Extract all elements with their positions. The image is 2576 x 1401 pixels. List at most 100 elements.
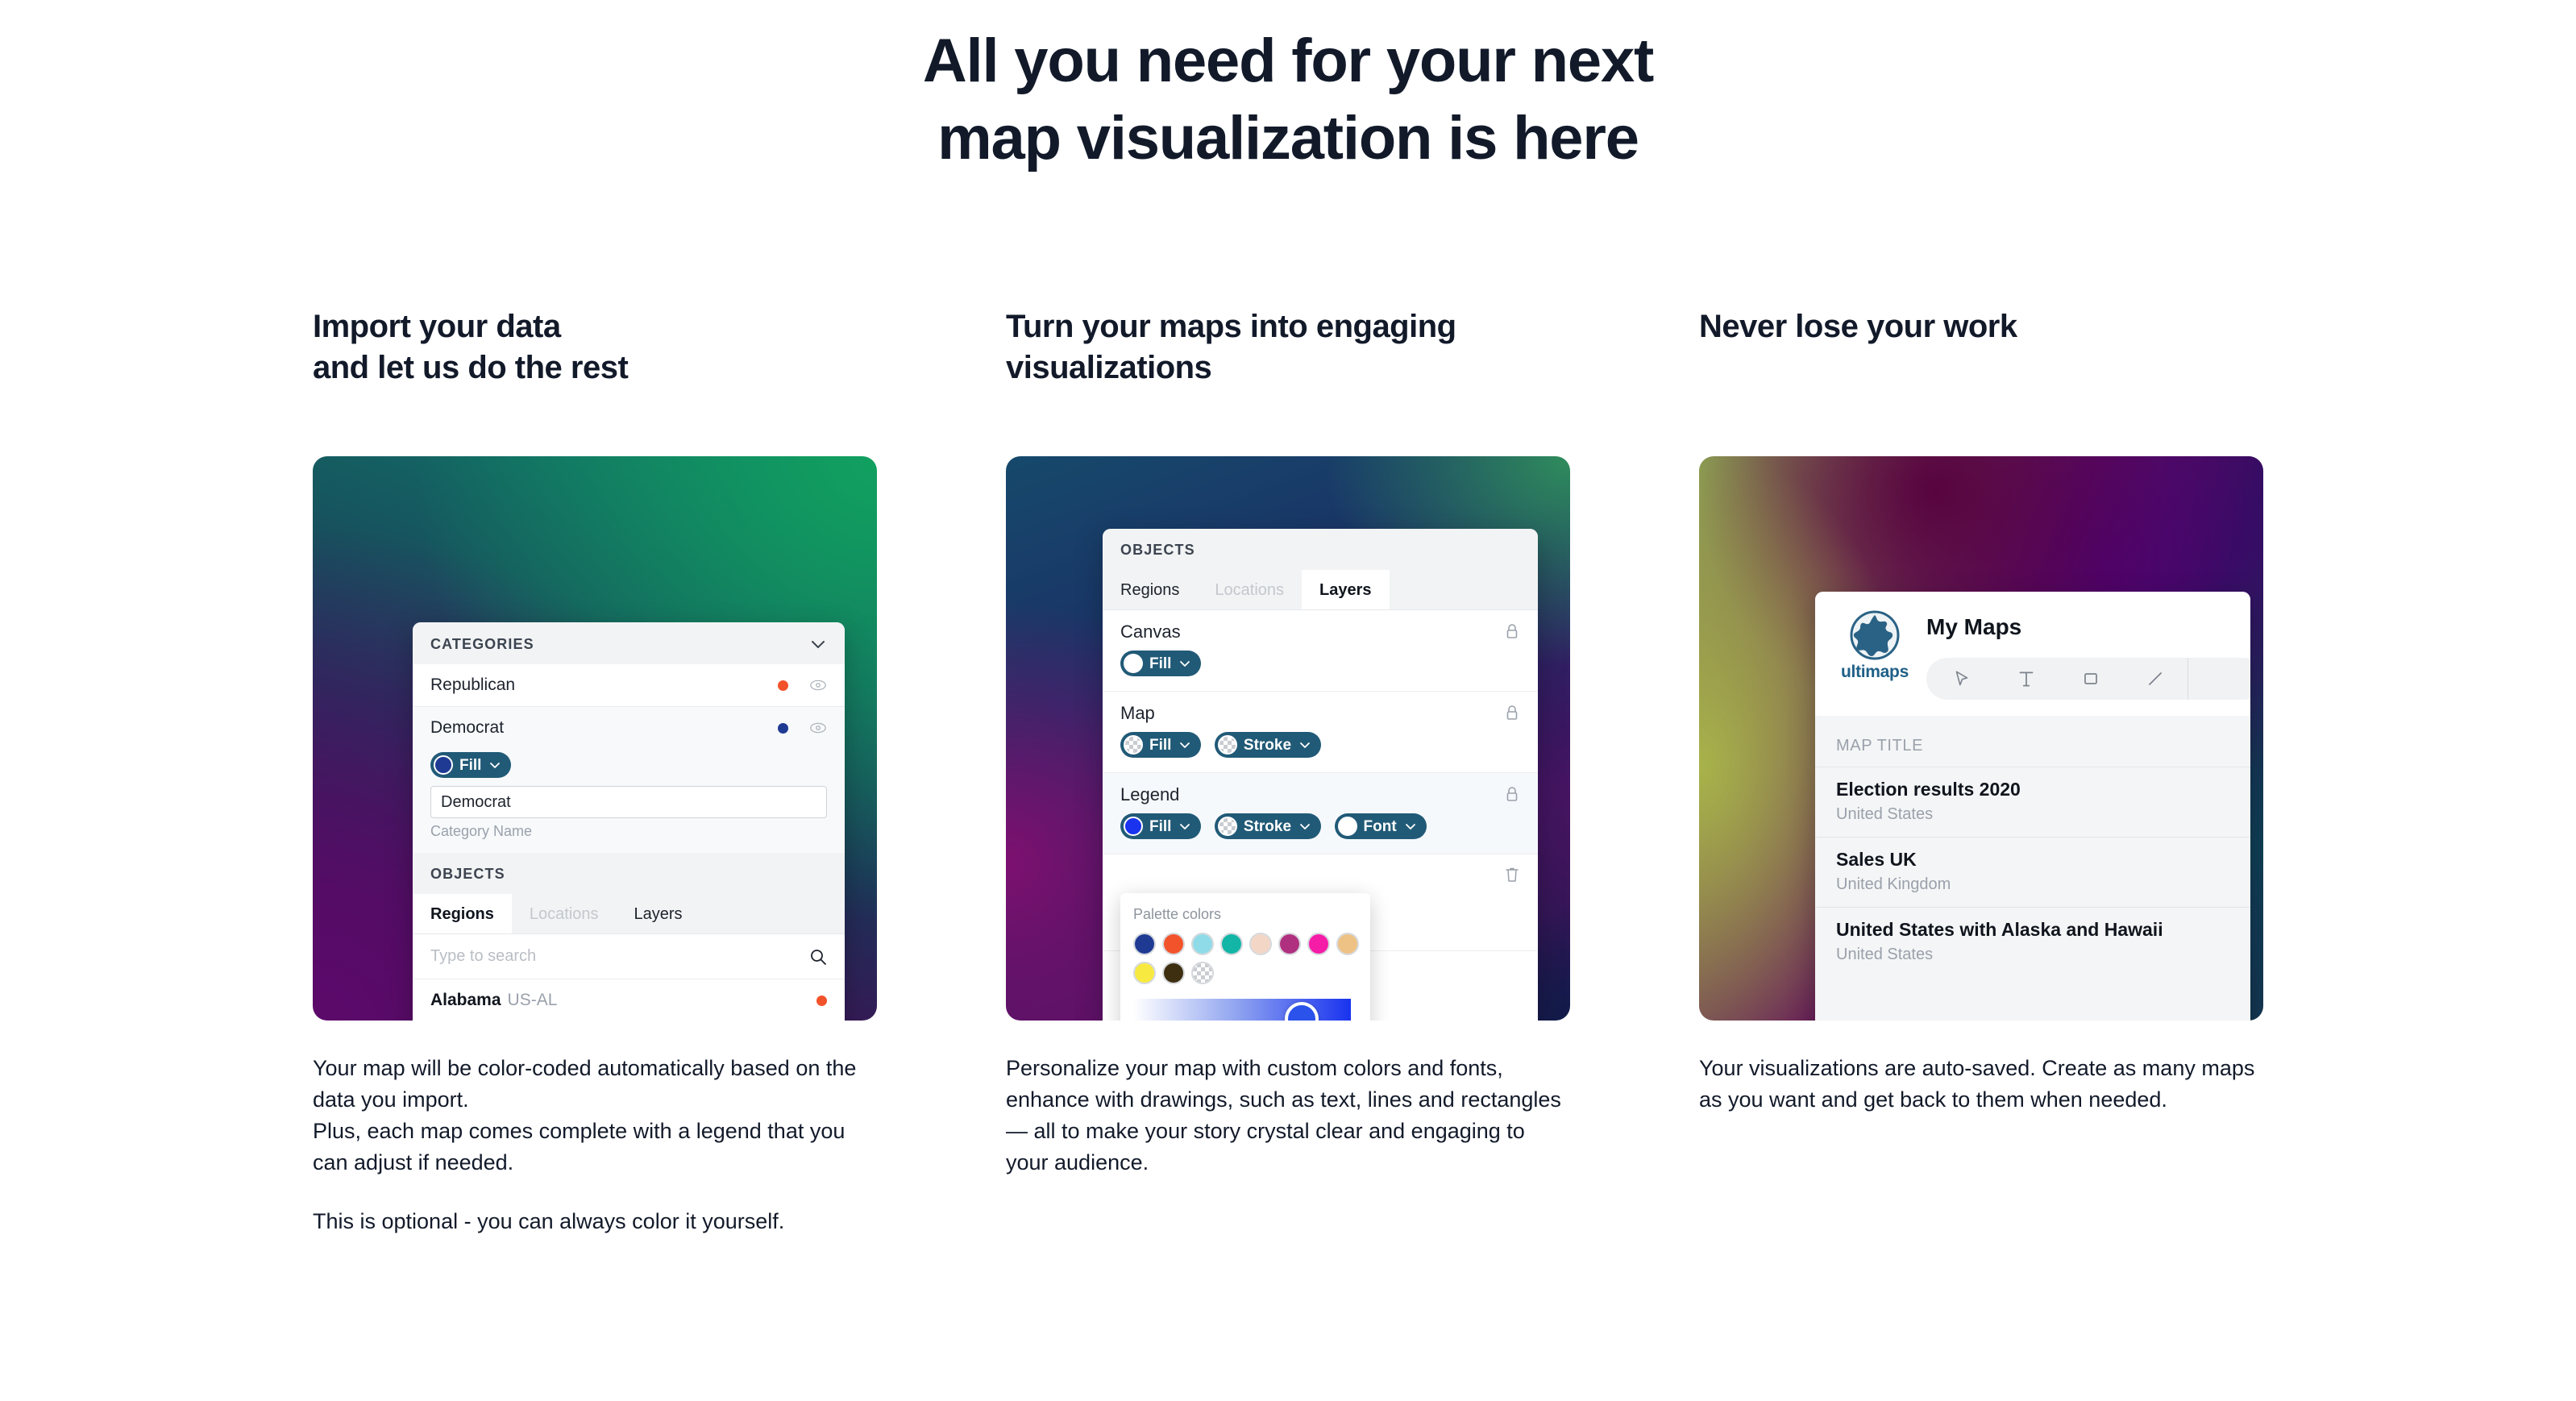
region-code: US-AL bbox=[507, 991, 558, 1009]
category-color-dot[interactable] bbox=[778, 680, 788, 691]
layer-row-map[interactable]: Map Fill Stroke bbox=[1103, 692, 1538, 773]
my-maps-header: ultimaps My Maps bbox=[1815, 592, 2250, 700]
chevron-down-icon[interactable] bbox=[1404, 820, 1417, 833]
more-tools-icon[interactable] bbox=[2188, 658, 2236, 700]
category-name-input[interactable]: Democrat bbox=[430, 786, 827, 818]
fill-color-pill[interactable]: Fill bbox=[1120, 732, 1202, 758]
panel-title: My Maps bbox=[1926, 614, 2022, 639]
fill-color-pill[interactable]: Fill bbox=[1120, 651, 1202, 676]
font-color-pill[interactable]: Font bbox=[1334, 813, 1427, 839]
fill-pill-label: Fill bbox=[1149, 817, 1172, 835]
region-search-input[interactable]: Type to search bbox=[413, 934, 845, 979]
feature-column-import-data: Import your data and let us do the rest … bbox=[313, 306, 877, 1237]
cursor-icon[interactable] bbox=[1930, 658, 1994, 700]
map-name: Sales UK bbox=[1836, 849, 1917, 870]
rectangle-icon[interactable] bbox=[2059, 658, 2123, 700]
chevron-down-icon[interactable] bbox=[1178, 657, 1191, 670]
layer-row-canvas[interactable]: Canvas Fill bbox=[1103, 610, 1538, 692]
palette-swatch[interactable] bbox=[1191, 933, 1214, 955]
fill-color-pill[interactable]: Fill bbox=[430, 752, 512, 778]
palette-swatch[interactable] bbox=[1278, 933, 1301, 955]
search-placeholder: Type to search bbox=[430, 947, 537, 965]
layer-name: Canvas bbox=[1120, 622, 1181, 642]
chevron-down-icon[interactable] bbox=[809, 635, 827, 653]
fill-color-pill[interactable]: Fill bbox=[1120, 813, 1202, 839]
chevron-down-icon[interactable] bbox=[1178, 738, 1191, 751]
palette-swatch[interactable] bbox=[1336, 933, 1359, 955]
layer-pills: Fill Stroke bbox=[1120, 732, 1520, 766]
palette-swatch[interactable] bbox=[1162, 933, 1185, 955]
categories-section-header[interactable]: CATEGORIES bbox=[413, 622, 845, 664]
chevron-down-icon[interactable] bbox=[1298, 738, 1311, 751]
stroke-color-pill[interactable]: Stroke bbox=[1214, 813, 1322, 839]
map-list-item[interactable]: United States with Alaska and Hawaii Uni… bbox=[1815, 907, 2250, 977]
palette-swatch[interactable] bbox=[1133, 933, 1156, 955]
chevron-down-icon[interactable] bbox=[488, 759, 501, 771]
my-maps-panel: ultimaps My Maps MAP TITLE Election resu… bbox=[1815, 592, 2250, 1021]
map-list-item[interactable]: Election results 2020 United States bbox=[1815, 767, 2250, 837]
tab-layers[interactable]: Layers bbox=[1302, 570, 1390, 609]
column-1-heading-line-2: and let us do the rest bbox=[313, 350, 629, 386]
feature-column-never-lose-work: Never lose your work ultimaps My Maps MA… bbox=[1699, 306, 2263, 1237]
fill-pill-label: Fill bbox=[1149, 655, 1172, 672]
column-3-heading-line-1: Never lose your work bbox=[1699, 309, 2017, 344]
palette-swatch[interactable] bbox=[1162, 962, 1185, 984]
palette-swatch-transparent[interactable] bbox=[1191, 962, 1214, 984]
categories-header-label: CATEGORIES bbox=[430, 635, 534, 652]
trash-icon[interactable] bbox=[1504, 866, 1520, 884]
lock-icon[interactable] bbox=[1504, 785, 1520, 804]
lock-icon[interactable] bbox=[1504, 704, 1520, 723]
stroke-pill-label: Stroke bbox=[1243, 736, 1292, 754]
chevron-down-icon[interactable] bbox=[1178, 820, 1191, 833]
palette-swatch[interactable] bbox=[1307, 933, 1330, 955]
map-list-item[interactable]: Sales UK United Kingdom bbox=[1815, 837, 2250, 907]
fill-swatch bbox=[434, 755, 453, 775]
column-1-heading-line-1: Import your data bbox=[313, 309, 561, 344]
line-icon[interactable] bbox=[2123, 658, 2188, 700]
feature-section: All you need for your next map visualiza… bbox=[0, 0, 2576, 1401]
text-icon[interactable] bbox=[1994, 658, 2059, 700]
palette-swatch[interactable] bbox=[1249, 933, 1272, 955]
layer-header: Legend bbox=[1120, 784, 1520, 805]
fill-swatch bbox=[1124, 817, 1143, 836]
tab-layers[interactable]: Layers bbox=[617, 894, 700, 933]
region-color-dot[interactable] bbox=[816, 995, 827, 1006]
category-row-republican[interactable]: Republican bbox=[413, 664, 845, 707]
fill-pill-label: Fill bbox=[459, 756, 482, 774]
column-2-heading-line-1: Turn your maps into engaging bbox=[1006, 309, 1456, 344]
column-2-heading: Turn your maps into engaging visualizati… bbox=[1006, 306, 1570, 403]
tab-locations[interactable]: Locations bbox=[512, 894, 617, 933]
lock-icon[interactable] bbox=[1504, 622, 1520, 642]
chevron-down-icon[interactable] bbox=[1298, 820, 1311, 833]
visibility-eye-icon[interactable] bbox=[809, 722, 827, 734]
palette-colors-label: Palette colors bbox=[1133, 906, 1222, 922]
layer-name: Legend bbox=[1120, 784, 1180, 804]
search-icon[interactable] bbox=[809, 948, 827, 966]
tab-regions[interactable]: Regions bbox=[413, 894, 512, 933]
layer-header bbox=[1120, 866, 1520, 884]
stroke-pill-label: Stroke bbox=[1243, 817, 1292, 835]
column-1-heading: Import your data and let us do the rest bbox=[313, 306, 877, 403]
color-gradient-slider[interactable] bbox=[1133, 999, 1351, 1021]
category-row-democrat[interactable]: Democrat bbox=[413, 707, 845, 749]
region-row-alabama[interactable]: Alabama US-AL bbox=[413, 979, 845, 1021]
fill-pill-label: Fill bbox=[1149, 736, 1172, 754]
column-2-heading-line-2: visualizations bbox=[1006, 350, 1212, 386]
column-3-illustration: ultimaps My Maps MAP TITLE Election resu… bbox=[1699, 456, 2263, 1021]
tab-locations[interactable]: Locations bbox=[1197, 570, 1302, 609]
tab-regions[interactable]: Regions bbox=[1103, 570, 1197, 609]
palette-swatch[interactable] bbox=[1133, 962, 1156, 984]
page-title-line-1: All you need for your next bbox=[922, 27, 1654, 95]
palette-swatch[interactable] bbox=[1220, 933, 1243, 955]
brand-logo[interactable]: ultimaps bbox=[1836, 609, 1913, 682]
layer-name: Map bbox=[1120, 703, 1155, 723]
layer-row-legend[interactable]: Legend Fill Stroke Font bbox=[1103, 773, 1538, 854]
category-label: Democrat bbox=[430, 718, 505, 737]
stroke-color-pill[interactable]: Stroke bbox=[1214, 732, 1322, 758]
map-name: United States with Alaska and Hawaii bbox=[1836, 919, 2163, 940]
globe-icon bbox=[1849, 609, 1901, 661]
font-pill-label: Font bbox=[1363, 817, 1397, 835]
category-color-dot[interactable] bbox=[778, 722, 788, 734]
visibility-eye-icon[interactable] bbox=[809, 680, 827, 691]
gradient-handle[interactable] bbox=[1285, 1002, 1319, 1021]
